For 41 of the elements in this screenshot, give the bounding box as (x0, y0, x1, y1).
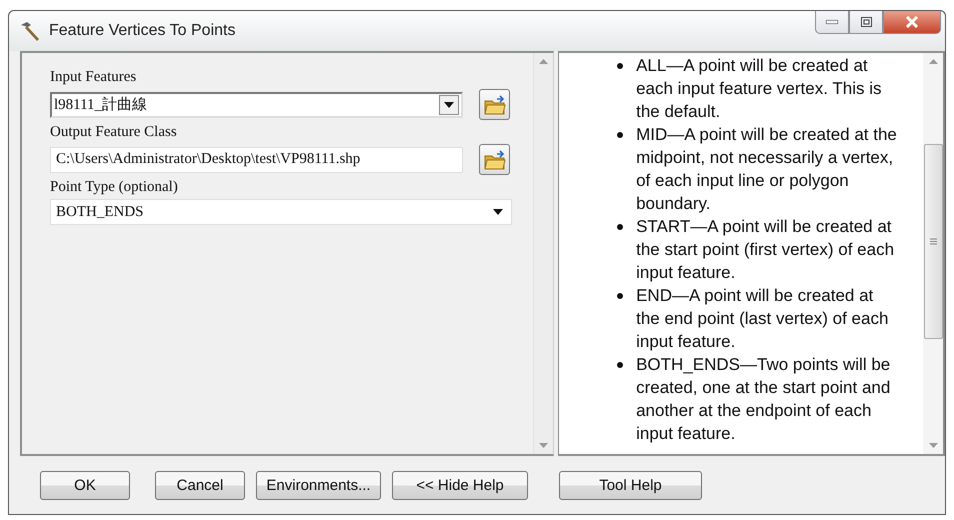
close-button[interactable] (883, 11, 941, 34)
field-label: Input Features (50, 69, 138, 86)
bullet-icon (617, 362, 624, 368)
scroll-down-icon[interactable] (539, 443, 548, 448)
bullet-icon (617, 132, 624, 138)
scroll-up-icon[interactable] (539, 59, 548, 64)
bullet-icon (617, 224, 624, 230)
dialog-button[interactable]: Cancel (155, 470, 245, 500)
caret-icon (493, 209, 503, 215)
browse-button[interactable] (479, 144, 510, 175)
scrollbar[interactable] (923, 53, 943, 454)
help-text: END—A point will be created at the end point (last vertex) of each input feature. (636, 285, 890, 353)
tool-help-button[interactable]: Tool Help (559, 470, 702, 500)
input-features-field[interactable]: l98111_計曲線 (50, 92, 463, 118)
dialog-button[interactable]: OK (40, 470, 130, 500)
scroll-up-icon[interactable] (928, 59, 938, 64)
grip-icon (930, 238, 936, 245)
maximize-icon (860, 17, 872, 27)
browse-button[interactable] (479, 89, 510, 120)
bullet-icon (617, 293, 624, 299)
minimize-icon (826, 20, 838, 24)
field-label: Output Feature Class (50, 124, 178, 141)
scroll-down-icon[interactable] (928, 443, 938, 448)
dialog-button[interactable]: << Hide Help (392, 470, 528, 500)
maximize-button[interactable] (849, 11, 883, 34)
caret-icon (444, 102, 454, 108)
window-title: Feature Vertices To Points (49, 22, 236, 40)
point-type-dropdown[interactable]: BOTH_ENDS (50, 199, 512, 225)
hammer-icon (19, 21, 41, 41)
field-label: Point Type (optional) (50, 179, 179, 196)
scroll-thumb[interactable] (924, 144, 942, 339)
output-path-field[interactable]: C:\Users\Administrator\Desktop\test\VP98111.shp (50, 146, 463, 172)
help-text: START—A point will be created at the start point (first vertex) of each input feature. (636, 216, 896, 284)
help-text: MID—A point will be created at the midpoint, not necessarily a vertex, of each input line or polygon boundary. (636, 124, 898, 215)
dialog-button[interactable]: Environments... (256, 470, 381, 500)
help-text: BOTH_ENDS—Two points will be created, one at the start point and another at the endpoint of each input feature. (636, 354, 892, 445)
folder-icon (484, 150, 506, 170)
folder-icon (484, 94, 506, 114)
bullet-icon (617, 63, 624, 69)
help-text: ALL—A point will be created at each input feature vertex. This is the default. (636, 55, 882, 123)
close-icon (905, 16, 919, 28)
